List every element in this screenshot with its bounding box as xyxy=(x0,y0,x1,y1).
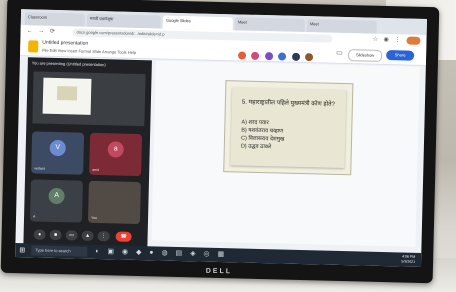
participant-tile[interactable]: V vedant xyxy=(31,131,85,175)
windows-taskbar: ⊞ Type here to search ◐ ▣ ◉ ◆ ● ◍ ▤ ◈ ◎ … xyxy=(15,243,422,267)
meet-controls: ● ■ ▭ ▲ ⋮ ☎ xyxy=(29,227,141,244)
participant-tile-video[interactable]: You xyxy=(87,180,141,225)
monitor-brand-logo: DELL xyxy=(205,267,233,276)
more-icon[interactable]: ⋮ xyxy=(97,231,110,242)
screen: Classroom मराठी प्रश्नमंजूषा Google Slid… xyxy=(15,9,428,267)
question-card: 5. महाराष्ट्रातील पहिले मुख्यमंत्री कोण … xyxy=(230,87,347,169)
mic-icon[interactable]: ● xyxy=(33,229,46,240)
taskbar-search[interactable]: Type here to search xyxy=(31,245,88,257)
participant-tile[interactable]: A A xyxy=(29,179,83,223)
profile-avatar[interactable] xyxy=(406,36,421,45)
participant-avatar: A xyxy=(48,187,65,205)
avatar xyxy=(237,51,247,60)
comment-icon[interactable]: ▭ xyxy=(336,49,343,57)
participant-avatar: V xyxy=(49,139,66,157)
camera-icon[interactable]: ■ xyxy=(49,229,62,241)
slide-canvas: 5. महाराष्ट्रातील पहिले मुख्यमंत्री कोण … xyxy=(151,60,420,264)
taskbar-clock: 4:06 PM 5/3/2021 xyxy=(401,254,415,264)
taskbar-app-icons[interactable]: ◐ ▣ ◉ ◆ ● ◍ ▤ ◈ ◎ ▦ xyxy=(95,247,227,258)
participant-name: You xyxy=(91,215,98,221)
extension-icons[interactable]: ☆ ◉ ⋮ xyxy=(372,36,402,44)
participant-name: A xyxy=(33,214,36,219)
share-button[interactable]: Share xyxy=(386,50,415,61)
mini-slide xyxy=(42,77,92,115)
participant-tile[interactable]: a amit xyxy=(89,132,143,177)
slideshow-button[interactable]: Slideshow xyxy=(347,49,383,62)
question-text: 5. महाराष्ट्रातील पहिले मुख्यमंत्री कोण … xyxy=(241,99,335,108)
avatar xyxy=(278,52,287,61)
avatar xyxy=(305,53,314,62)
monitor: Classroom मराठी प्रश्नमंजूषा Google Slid… xyxy=(0,0,440,284)
meet-presenting-panel: You are presenting (Untitled presentatio… xyxy=(23,57,152,251)
avatar xyxy=(264,52,274,61)
presenting-header: You are presenting (Untitled presentatio… xyxy=(31,60,106,68)
menu-bar[interactable]: File Edit View Insert Format Slide Arran… xyxy=(42,48,136,55)
slides-logo-icon xyxy=(28,40,39,53)
option-d: D) उद्धव ठाकरे xyxy=(240,143,272,151)
presentation-preview xyxy=(32,71,146,127)
participant-avatar: a xyxy=(107,141,124,158)
present-icon[interactable]: ▲ xyxy=(81,230,94,241)
nav-buttons[interactable]: ← → ⟳ xyxy=(27,27,58,35)
participant-name: vedant xyxy=(34,166,45,171)
avatar xyxy=(291,52,300,61)
mini-slide-card xyxy=(56,86,78,101)
document-title[interactable]: Untitled presentation xyxy=(42,40,88,47)
participant-name: amit xyxy=(92,167,99,173)
clock-date: 5/3/2021 xyxy=(401,259,416,264)
captions-icon[interactable]: ▭ xyxy=(65,230,78,241)
windows-start-icon[interactable]: ⊞ xyxy=(19,246,25,254)
current-slide[interactable]: 5. महाराष्ट्रातील पहिले मुख्यमंत्री कोण … xyxy=(223,80,354,176)
end-call-button[interactable]: ☎ xyxy=(115,231,132,242)
avatar xyxy=(251,51,260,60)
